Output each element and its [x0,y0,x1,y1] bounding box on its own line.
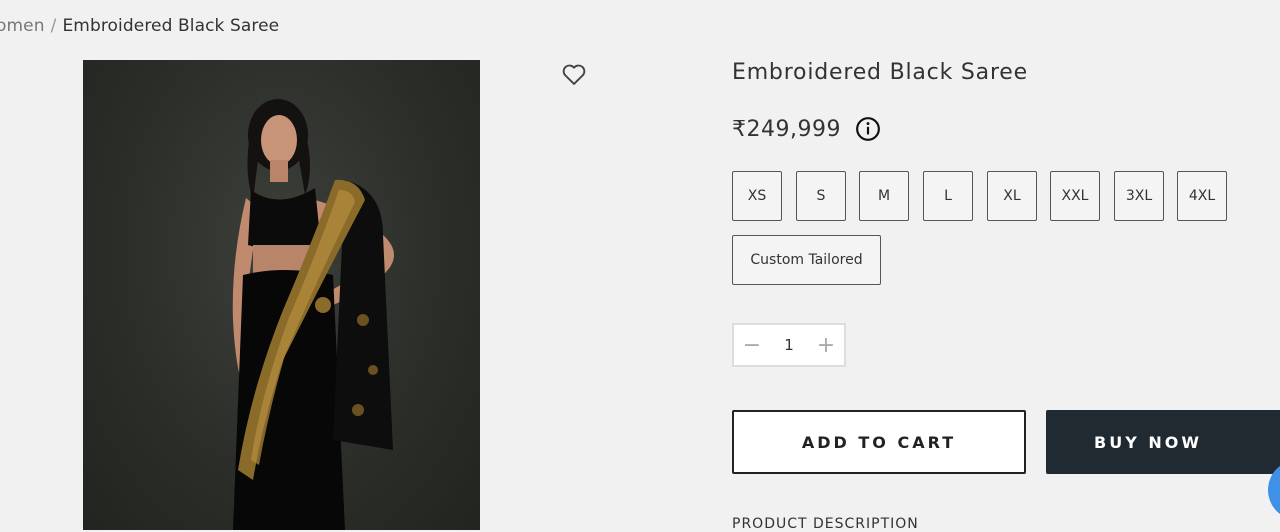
price-row: ₹249,999 [732,116,881,142]
size-option-xs[interactable]: XS [732,171,782,221]
breadcrumb: omen / Embroidered Black Saree [0,16,279,36]
add-to-cart-button[interactable]: ADD TO CART [732,410,1026,474]
size-option-xl[interactable]: XL [987,171,1037,221]
size-option-xxl[interactable]: XXL [1050,171,1100,221]
size-option-l[interactable]: L [923,171,973,221]
size-option-s[interactable]: S [796,171,846,221]
quantity-stepper: − 1 + [732,323,846,367]
buy-now-button[interactable]: BUY NOW [1046,410,1280,474]
quantity-input[interactable]: 1 [774,336,804,354]
product-price: ₹249,999 [732,116,841,142]
breadcrumb-parent-link[interactable]: omen [0,16,45,36]
size-option-custom-tailored[interactable]: Custom Tailored [732,235,881,285]
info-circle-icon[interactable] [855,116,881,142]
product-photo [232,99,394,530]
size-option-3xl[interactable]: 3XL [1114,171,1164,221]
size-option-4xl[interactable]: 4XL [1177,171,1227,221]
breadcrumb-separator: / [50,16,57,36]
wishlist-heart-icon[interactable] [560,60,588,88]
size-option-m[interactable]: M [859,171,909,221]
quantity-decrease-button[interactable]: − [734,325,770,365]
quantity-increase-button[interactable]: + [808,325,844,365]
product-image[interactable] [83,60,480,530]
breadcrumb-current: Embroidered Black Saree [62,16,280,36]
heart-outline-icon [562,64,586,85]
product-description-heading[interactable]: PRODUCT DESCRIPTION [732,516,919,532]
product-title: Embroidered Black Saree [732,60,1028,85]
